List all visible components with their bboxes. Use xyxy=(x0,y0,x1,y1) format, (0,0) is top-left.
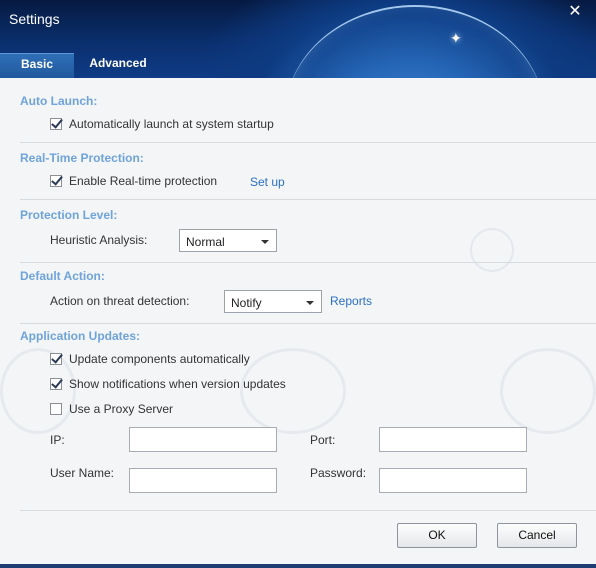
port-field[interactable] xyxy=(379,427,527,452)
startup-checkbox[interactable] xyxy=(50,118,62,130)
proxy-option[interactable]: Use a Proxy Server xyxy=(50,401,173,417)
notify-checkbox[interactable] xyxy=(50,378,62,390)
title-bar: ✦ Settings ✕ Basic Advanced xyxy=(0,0,596,78)
tab-advanced[interactable]: Advanced xyxy=(80,53,156,78)
cancel-button[interactable]: Cancel xyxy=(497,523,577,548)
chevron-down-icon xyxy=(261,240,269,244)
reports-link[interactable]: Reports xyxy=(330,294,372,308)
realtime-protection-title: Real-Time Protection: xyxy=(20,151,144,165)
ip-field[interactable] xyxy=(129,427,277,452)
divider xyxy=(20,142,596,143)
threat-action-label: Action on threat detection: xyxy=(50,294,190,308)
divider xyxy=(20,510,596,511)
chevron-down-icon xyxy=(306,301,314,305)
settings-panel: Auto Launch: Automatically launch at sys… xyxy=(0,78,596,568)
divider xyxy=(20,199,596,200)
realtime-label: Enable Real-time protection xyxy=(69,174,218,188)
startup-label: Automatically launch at system startup xyxy=(69,117,274,131)
auto-update-checkbox[interactable] xyxy=(50,353,62,365)
heuristic-label: Heuristic Analysis: xyxy=(50,233,148,247)
star-icon: ✦ xyxy=(450,30,462,46)
auto-launch-title: Auto Launch: xyxy=(20,94,98,108)
auto-update-option[interactable]: Update components automatically xyxy=(50,351,250,367)
ip-label: IP: xyxy=(50,433,65,447)
proxy-checkbox[interactable] xyxy=(50,403,62,415)
heuristic-value: Normal xyxy=(186,235,225,249)
realtime-option[interactable]: Enable Real-time protection xyxy=(50,173,217,189)
ghost-circle-icon xyxy=(470,228,514,272)
notify-label: Show notifications when version updates xyxy=(69,377,286,391)
proxy-label: Use a Proxy Server xyxy=(69,402,174,416)
threat-action-select[interactable]: Notify xyxy=(224,290,322,313)
password-label: Password: xyxy=(310,466,367,480)
ok-button[interactable]: OK xyxy=(397,523,477,548)
threat-action-value: Notify xyxy=(231,296,262,310)
tab-basic[interactable]: Basic xyxy=(0,53,74,78)
divider xyxy=(20,323,596,324)
default-action-title: Default Action: xyxy=(20,269,105,283)
divider xyxy=(20,262,596,263)
protection-level-title: Protection Level: xyxy=(20,208,118,222)
auto-update-label: Update components automatically xyxy=(69,352,250,366)
password-field[interactable] xyxy=(379,468,527,493)
realtime-checkbox[interactable] xyxy=(50,175,62,187)
notify-option[interactable]: Show notifications when version updates xyxy=(50,376,286,392)
setup-link[interactable]: Set up xyxy=(250,175,285,189)
heuristic-select[interactable]: Normal xyxy=(179,229,277,252)
app-updates-title: Application Updates: xyxy=(20,329,141,343)
window-title: Settings xyxy=(9,11,60,27)
startup-option[interactable]: Automatically launch at system startup xyxy=(50,116,274,132)
close-icon[interactable]: ✕ xyxy=(566,3,584,21)
username-field[interactable] xyxy=(129,468,277,493)
window-bottom-edge xyxy=(0,564,596,568)
ghost-scan-icon xyxy=(500,348,596,434)
port-label: Port: xyxy=(310,433,336,447)
username-label: User Name: xyxy=(50,466,115,480)
planet-graphic xyxy=(285,5,545,78)
